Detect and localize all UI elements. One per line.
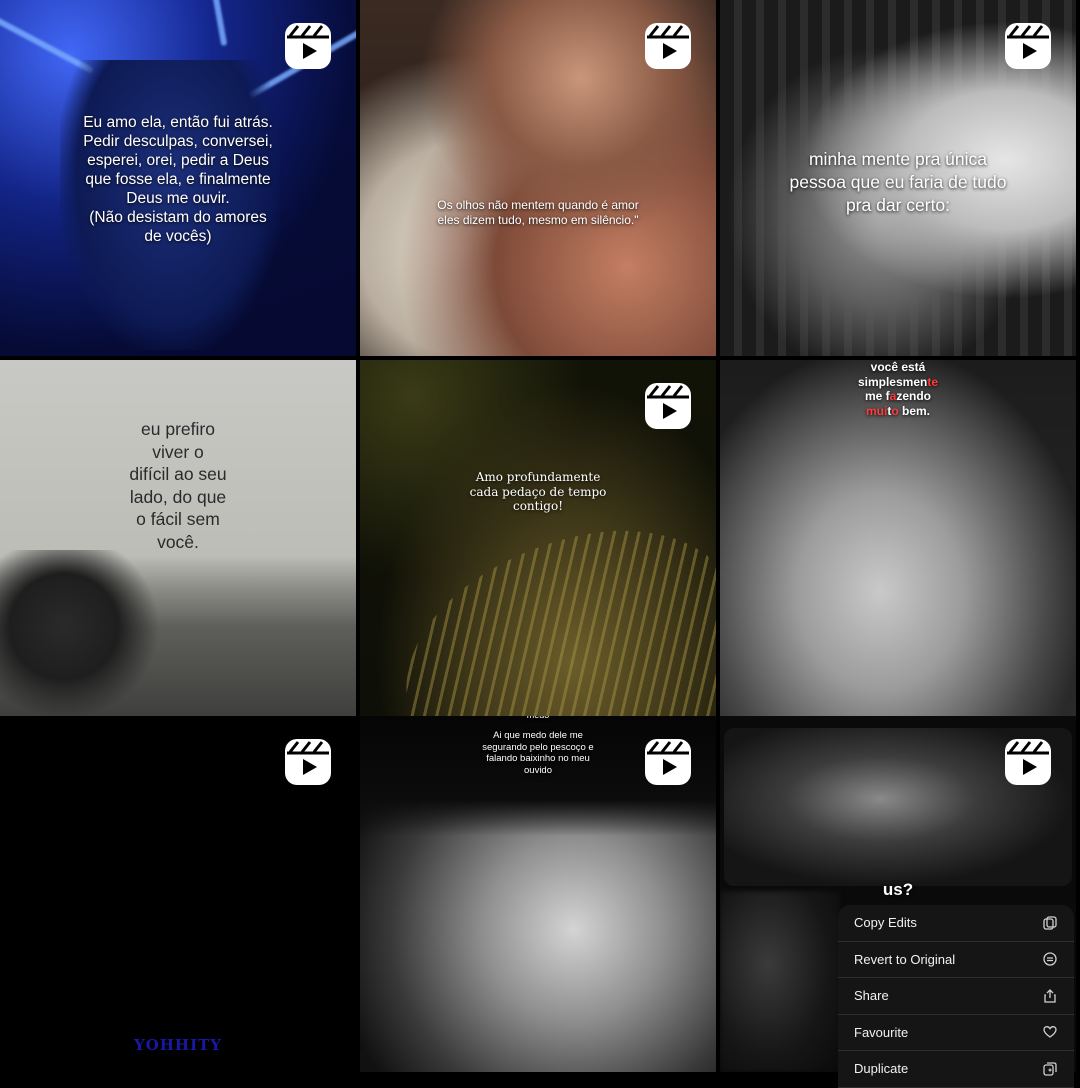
caption-highlight: o <box>891 403 899 418</box>
tile-caption: minha mente pra única pessoa que eu fari… <box>789 149 1007 215</box>
grid-tile-7[interactable]: YOHHITY <box>0 716 356 1072</box>
menu-item-label: Copy Edits <box>854 915 917 931</box>
grid-tile-3[interactable]: minha mente pra única pessoa que eu fari… <box>720 0 1076 356</box>
menu-item-label: Revert to Original <box>854 951 956 967</box>
tile-caption: eu prefiro viver o difícil ao seu lado, … <box>129 419 227 552</box>
menu-item-duplicate[interactable]: Duplicate <box>838 1051 1074 1088</box>
menu-item-label: Favourite <box>854 1024 909 1040</box>
reels-icon <box>285 23 331 69</box>
revert-icon <box>1042 951 1058 967</box>
menu-item-revert-to-original[interactable]: Revert to Original <box>838 942 1074 978</box>
menu-item-copy-edits[interactable]: Copy Edits <box>838 905 1074 942</box>
menu-item-label: Share <box>854 988 889 1004</box>
caption-highlight: te <box>927 374 939 389</box>
reels-icon <box>285 739 331 785</box>
palm-leaf <box>380 507 716 716</box>
reels-icon <box>645 739 691 785</box>
copy-icon <box>1042 915 1058 931</box>
grid-tile-8[interactable]: medo Ai que medo dele me segurando pelo … <box>360 716 716 1072</box>
grid-tile-1[interactable]: Eu amo ela, então fui atrás. Pedir descu… <box>0 0 356 356</box>
duplicate-icon <box>1042 1061 1058 1077</box>
grid-tile-5[interactable]: Amo profundamente cada pedaço de tempo c… <box>360 360 716 716</box>
caption-line: você está <box>870 360 926 374</box>
reels-icon <box>1005 739 1051 785</box>
tile-caption: Ai que medo dele me segurando pelo pesco… <box>482 730 594 776</box>
caption-fragment: bem. <box>902 403 931 418</box>
caption-fragment: simplesmen <box>857 374 928 389</box>
context-menu: Copy Edits Revert to Original Share Favo… <box>838 905 1074 1088</box>
tile-caption: Amo profundamente cada pedaço de tempo c… <box>469 470 607 513</box>
tile-caption: us? <box>882 880 914 899</box>
reels-icon <box>1005 23 1051 69</box>
tile-caption-top: medo <box>460 716 616 721</box>
reels-icon <box>645 383 691 429</box>
grid-tile-2[interactable]: Os olhos não mentem quando é amor eles d… <box>360 0 716 356</box>
grid-tile-4[interactable]: eu prefiro viver o difícil ao seu lado, … <box>0 360 356 716</box>
reels-icon <box>645 23 691 69</box>
reels-grid: Eu amo ela, então fui atrás. Pedir descu… <box>0 0 1080 1088</box>
grid-tile-6[interactable]: você está simplesmente me fazendo muito … <box>720 360 1076 716</box>
menu-item-share[interactable]: Share <box>838 978 1074 1015</box>
photo-blur <box>720 891 840 1072</box>
tile-caption: Os olhos não mentem quando é amor eles d… <box>437 198 639 227</box>
share-icon <box>1042 988 1058 1004</box>
tile-caption: Eu amo ela, então fui atrás. Pedir descu… <box>83 114 273 245</box>
photo-subject <box>0 550 160 716</box>
heart-icon <box>1042 1024 1058 1040</box>
caption-fragment: me f <box>864 389 890 403</box>
menu-item-label: Duplicate <box>854 1061 909 1077</box>
caption-fragment: zendo <box>896 389 932 403</box>
tile-caption: você está simplesmente me fazendo muito … <box>820 360 976 418</box>
cabin-light <box>212 0 228 47</box>
video-watermark: YOHHITY <box>133 1036 222 1054</box>
caption-highlight: mui <box>865 403 888 418</box>
menu-item-favourite[interactable]: Favourite <box>838 1015 1074 1051</box>
